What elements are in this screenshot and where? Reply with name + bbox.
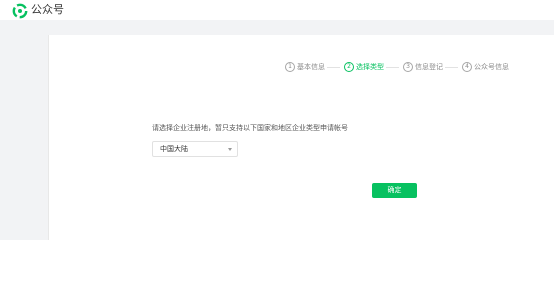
top-bar: 公众号 (0, 0, 554, 20)
step-label: 信息登记 (415, 63, 443, 71)
app-name: 公众号 (31, 3, 64, 16)
step-info-registration: 3 信息登记 (403, 60, 443, 74)
step-separator (327, 67, 340, 68)
wechat-official-accounts-logo-icon (12, 3, 28, 19)
step-number: 2 (344, 62, 354, 72)
step-label: 基本信息 (297, 63, 325, 71)
step-number: 4 (462, 62, 472, 72)
step-separator (445, 67, 458, 68)
step-separator (386, 67, 399, 68)
step-number: 1 (285, 62, 295, 72)
region-select[interactable]: 中国大陆 (152, 141, 238, 157)
region-select-value: 中国大陆 (160, 145, 188, 153)
chevron-down-icon (228, 148, 232, 151)
progress-steps: 1 基本信息 2 选择类型 3 信息登记 4 公众号信息 (0, 60, 554, 74)
step-basic-info: 1 基本信息 (285, 60, 325, 74)
confirm-button[interactable]: 确定 (372, 183, 417, 198)
step-label: 选择类型 (356, 63, 384, 71)
step-number: 3 (403, 62, 413, 72)
step-account-info: 4 公众号信息 (462, 60, 509, 74)
step-select-type: 2 选择类型 (344, 60, 384, 74)
region-prompt: 请选择企业注册地，暂只支持以下国家和地区企业类型申请帐号 (152, 124, 348, 132)
step-label: 公众号信息 (474, 63, 509, 71)
